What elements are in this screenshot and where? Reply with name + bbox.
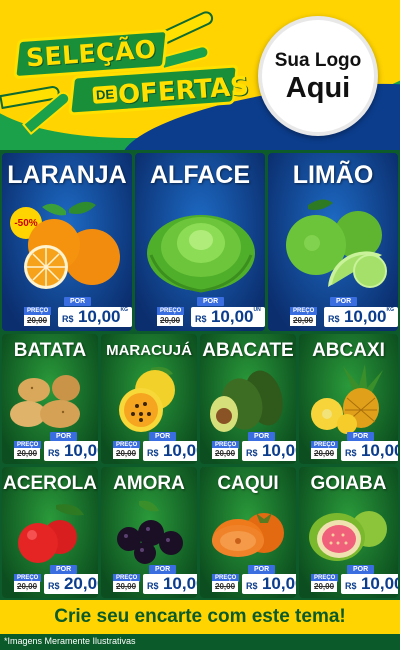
product-name: ABCAXI <box>312 340 385 361</box>
blackberry-icon <box>117 500 183 564</box>
new-price: R$ 10,00 <box>143 441 197 461</box>
promo-banner-text: Crie seu encarte com este tema! <box>54 606 346 627</box>
header: SELEÇÃO DE OFERTAS Sua Logo Aqui <box>0 0 400 150</box>
new-price: R$ 10,00 <box>143 574 197 594</box>
product-card: BATATA POR PREÇO 20,00 R$ 10,00 <box>2 334 98 464</box>
old-price: 20,00 <box>311 581 338 592</box>
product-card: ALFACE POR PREÇO 20,00 R$ 10,00UN <box>135 153 265 331</box>
logo-line1: Sua Logo <box>274 50 362 71</box>
old-price: 20,00 <box>157 315 184 326</box>
disclaimer-note: *Imagens Meramente Ilustrativas <box>4 636 136 646</box>
lime-icon <box>286 199 387 288</box>
product-name: BATATA <box>13 340 87 361</box>
product-name: LARANJA <box>7 161 127 189</box>
product-name: AMORA <box>113 473 185 494</box>
new-price: R$ 10,00 <box>44 441 98 461</box>
old-price: 20,00 <box>14 581 41 592</box>
product-name: LIMÃO <box>292 161 374 189</box>
passion-fruit-icon <box>119 366 175 432</box>
logo-line2: Aqui <box>285 72 351 104</box>
product-card: LARANJA -50% POR PREÇO 20,00 R$ 10,00KG <box>2 153 132 331</box>
old-price: 20,00 <box>212 448 239 459</box>
product-card: LIMÃO POR PREÇO 20,00 R$ 10,00KG <box>268 153 398 331</box>
product-card: GOIABA POR PREÇO 20,00 R$ 10,00 <box>299 467 398 598</box>
promo-banner: Crie seu encarte com este tema! <box>0 600 400 634</box>
new-price: R$ 10,00 <box>242 574 296 594</box>
old-price: 20,00 <box>290 315 317 326</box>
old-price: 20,00 <box>113 448 140 459</box>
persimmon-icon <box>212 513 284 557</box>
product-card: ABCAXI POR PREÇO 20,00 R$ 10,00 <box>299 334 398 464</box>
product-name: MARACUJÁ <box>106 342 192 359</box>
potato-icon <box>10 375 80 428</box>
badge-title-de: DE <box>92 85 118 104</box>
product-name: ALFACE <box>150 161 250 189</box>
product-grid: LARANJA -50% POR PREÇO 20,00 R$ 10,00KG … <box>0 150 400 600</box>
old-price: 20,00 <box>14 448 41 459</box>
old-price: 20,00 <box>212 581 239 592</box>
new-price: R$ 10,00KG <box>324 307 398 327</box>
product-name: GOIABA <box>310 473 387 494</box>
old-price: 20,00 <box>113 581 140 592</box>
new-price: R$ 10,00 <box>341 441 398 461</box>
offer-badge: SELEÇÃO DE OFERTAS <box>13 28 250 116</box>
product-card: ACEROLA POR PREÇO 20,00 R$ 20,00 <box>2 467 98 598</box>
acerola-icon <box>18 504 84 563</box>
new-price: R$ 10,00 <box>242 441 296 461</box>
orange-icon <box>24 201 120 289</box>
avocado-icon <box>210 370 283 432</box>
new-price: R$ 20,00 <box>44 574 98 594</box>
old-price: 20,00 <box>24 315 51 326</box>
product-card: MARACUJÁ POR PREÇO 20,00 R$ 10,00 <box>101 334 197 464</box>
new-price: R$ 10,00UN <box>191 307 265 327</box>
product-card: CAQUI POR PREÇO 20,00 R$ 10,00 <box>200 467 296 598</box>
product-name: CAQUI <box>217 473 279 494</box>
guava-icon <box>309 511 387 561</box>
product-card: AMORA POR PREÇO 20,00 R$ 10,00 <box>101 467 197 598</box>
lettuce-icon <box>147 215 255 293</box>
new-price: R$ 10,00 <box>341 574 398 594</box>
old-price: 20,00 <box>311 448 338 459</box>
product-name: ABACATE <box>202 340 294 361</box>
new-price: R$ 10,00KG <box>58 307 132 327</box>
product-name: ACEROLA <box>3 473 97 494</box>
pineapple-icon <box>311 364 383 434</box>
logo-placeholder: Sua Logo Aqui <box>258 16 378 136</box>
product-card: ABACATE POR PREÇO 20,00 R$ 10,00 <box>200 334 296 464</box>
